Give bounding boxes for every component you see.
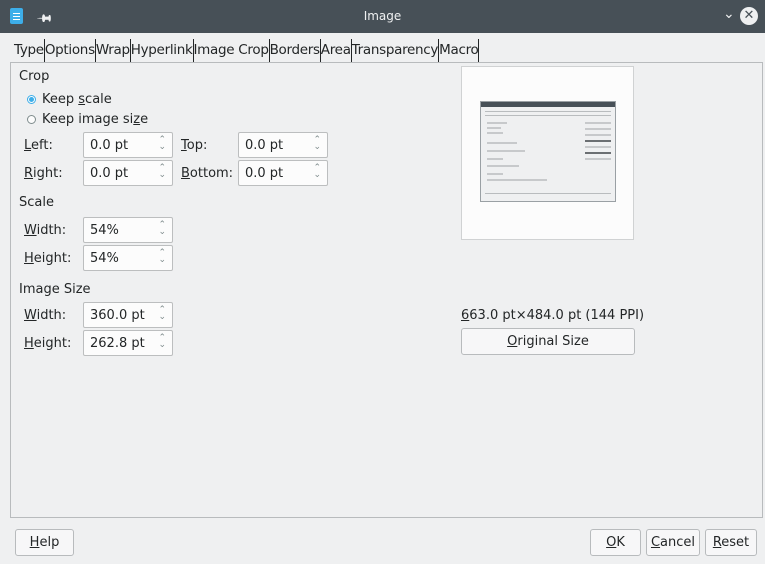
scale-height-value: 54% [90, 251, 119, 266]
reset-button[interactable]: Reset [705, 529, 757, 556]
thumbnail-line [487, 158, 503, 160]
ok-button[interactable]: OK [590, 529, 641, 556]
window-title: Image [363, 9, 402, 23]
radio-unselected-indicator [27, 115, 36, 124]
thumbnail-line [585, 152, 611, 154]
crop-right-spinbox[interactable]: 0.0 pt ⌃ ⌄ [83, 160, 173, 186]
thumbnail-line [487, 142, 517, 144]
tab-hyperlink[interactable]: Hyperlink [131, 39, 194, 63]
image-width-label: Width: [24, 308, 67, 323]
title-bar: 🖈 Image ⌄ ✕ [0, 0, 765, 33]
crop-heading: Crop [19, 69, 50, 84]
thumbnail-line [487, 179, 547, 181]
tab-options[interactable]: Options [45, 39, 96, 63]
close-icon[interactable]: ✕ [740, 7, 758, 25]
crop-tab-panel [10, 62, 763, 518]
help-button[interactable]: Help [15, 529, 74, 556]
keep-image-size-radio[interactable]: Keep image size [27, 112, 148, 127]
spin-arrows-icon[interactable]: ⌃ ⌄ [313, 136, 321, 152]
thumbnail-line [487, 132, 503, 134]
thumbnail-line [585, 134, 611, 136]
thumbnail-line [585, 122, 611, 124]
image-width-value: 360.0 pt [90, 308, 145, 323]
crop-bottom-value: 0.0 pt [245, 166, 284, 181]
crop-top-value: 0.0 pt [245, 138, 284, 153]
image-thumbnail [480, 101, 616, 202]
thumbnail-line [487, 127, 501, 129]
thumbnail-line [585, 140, 611, 142]
image-size-heading: Image Size [19, 282, 91, 297]
thumbnail-tabline [485, 111, 611, 112]
thumbnail-tabline [485, 115, 611, 116]
scale-height-spinbox[interactable]: 54% ⌃ ⌄ [83, 245, 173, 271]
original-size-button[interactable]: Original Size [461, 328, 635, 355]
tab-type[interactable]: Type [14, 39, 45, 63]
keep-scale-label: Keep scale [42, 92, 112, 107]
tab-borders[interactable]: Borders [270, 39, 321, 63]
crop-right-value: 0.0 pt [90, 166, 129, 181]
tab-wrap[interactable]: Wrap [96, 39, 131, 63]
image-height-spinbox[interactable]: 262.8 pt ⌃ ⌄ [83, 330, 173, 356]
thumbnail-line [585, 146, 611, 148]
thumbnail-line [585, 158, 611, 160]
crop-left-label: Left: [24, 138, 53, 153]
crop-left-spinbox[interactable]: 0.0 pt ⌃ ⌄ [83, 132, 173, 158]
spin-arrows-icon[interactable]: ⌃ ⌄ [158, 306, 166, 322]
crop-right-label: Right: [24, 166, 63, 181]
scale-heading: Scale [19, 195, 54, 210]
tab-macro[interactable]: Macro [439, 39, 480, 63]
radio-selected-indicator [27, 95, 36, 104]
scale-width-spinbox[interactable]: 54% ⌃ ⌄ [83, 217, 173, 243]
crop-left-value: 0.0 pt [90, 138, 129, 153]
scale-width-label: Width: [24, 223, 67, 238]
original-size-info: 663.0 pt×484.0 pt (144 PPI) [461, 308, 645, 323]
thumbnail-titlebar [481, 102, 615, 107]
scale-width-value: 54% [90, 223, 119, 238]
keep-image-size-label: Keep image size [42, 112, 149, 127]
thumbnail-line [585, 128, 611, 130]
thumbnail-line [487, 165, 519, 167]
tab-crop[interactable]: Crop [238, 39, 270, 63]
spin-arrows-icon[interactable]: ⌃ ⌄ [158, 334, 166, 350]
tab-image[interactable]: Image [194, 39, 239, 63]
spin-arrows-icon[interactable]: ⌃ ⌄ [158, 164, 166, 180]
crop-top-label: Top: [181, 138, 208, 153]
tab-area[interactable]: Area [321, 39, 352, 63]
crop-bottom-label: Bottom: [181, 166, 234, 181]
spin-arrows-icon[interactable]: ⌃ ⌄ [313, 164, 321, 180]
cancel-button[interactable]: Cancel [646, 529, 700, 556]
crop-top-spinbox[interactable]: 0.0 pt ⌃ ⌄ [238, 132, 328, 158]
spin-arrows-icon[interactable]: ⌃ ⌄ [158, 249, 166, 265]
image-preview [461, 66, 634, 240]
image-height-value: 262.8 pt [90, 336, 145, 351]
keep-scale-radio[interactable]: Keep scale [27, 92, 112, 107]
thumbnail-footer [485, 193, 611, 194]
tab-transparency[interactable]: Transparency [352, 39, 440, 63]
tab-bar: Type Options Wrap Hyperlink Image Crop B… [14, 39, 480, 63]
image-width-spinbox[interactable]: 360.0 pt ⌃ ⌄ [83, 302, 173, 328]
scale-height-label: Height: [24, 251, 72, 266]
crop-bottom-spinbox[interactable]: 0.0 pt ⌃ ⌄ [238, 160, 328, 186]
thumbnail-line [487, 122, 507, 124]
spin-arrows-icon[interactable]: ⌃ ⌄ [158, 136, 166, 152]
thumbnail-line [487, 150, 525, 152]
spin-arrows-icon[interactable]: ⌃ ⌄ [158, 221, 166, 237]
image-height-label: Height: [24, 336, 72, 351]
thumbnail-line [487, 173, 503, 175]
chevron-down-icon[interactable]: ⌄ [723, 6, 735, 22]
